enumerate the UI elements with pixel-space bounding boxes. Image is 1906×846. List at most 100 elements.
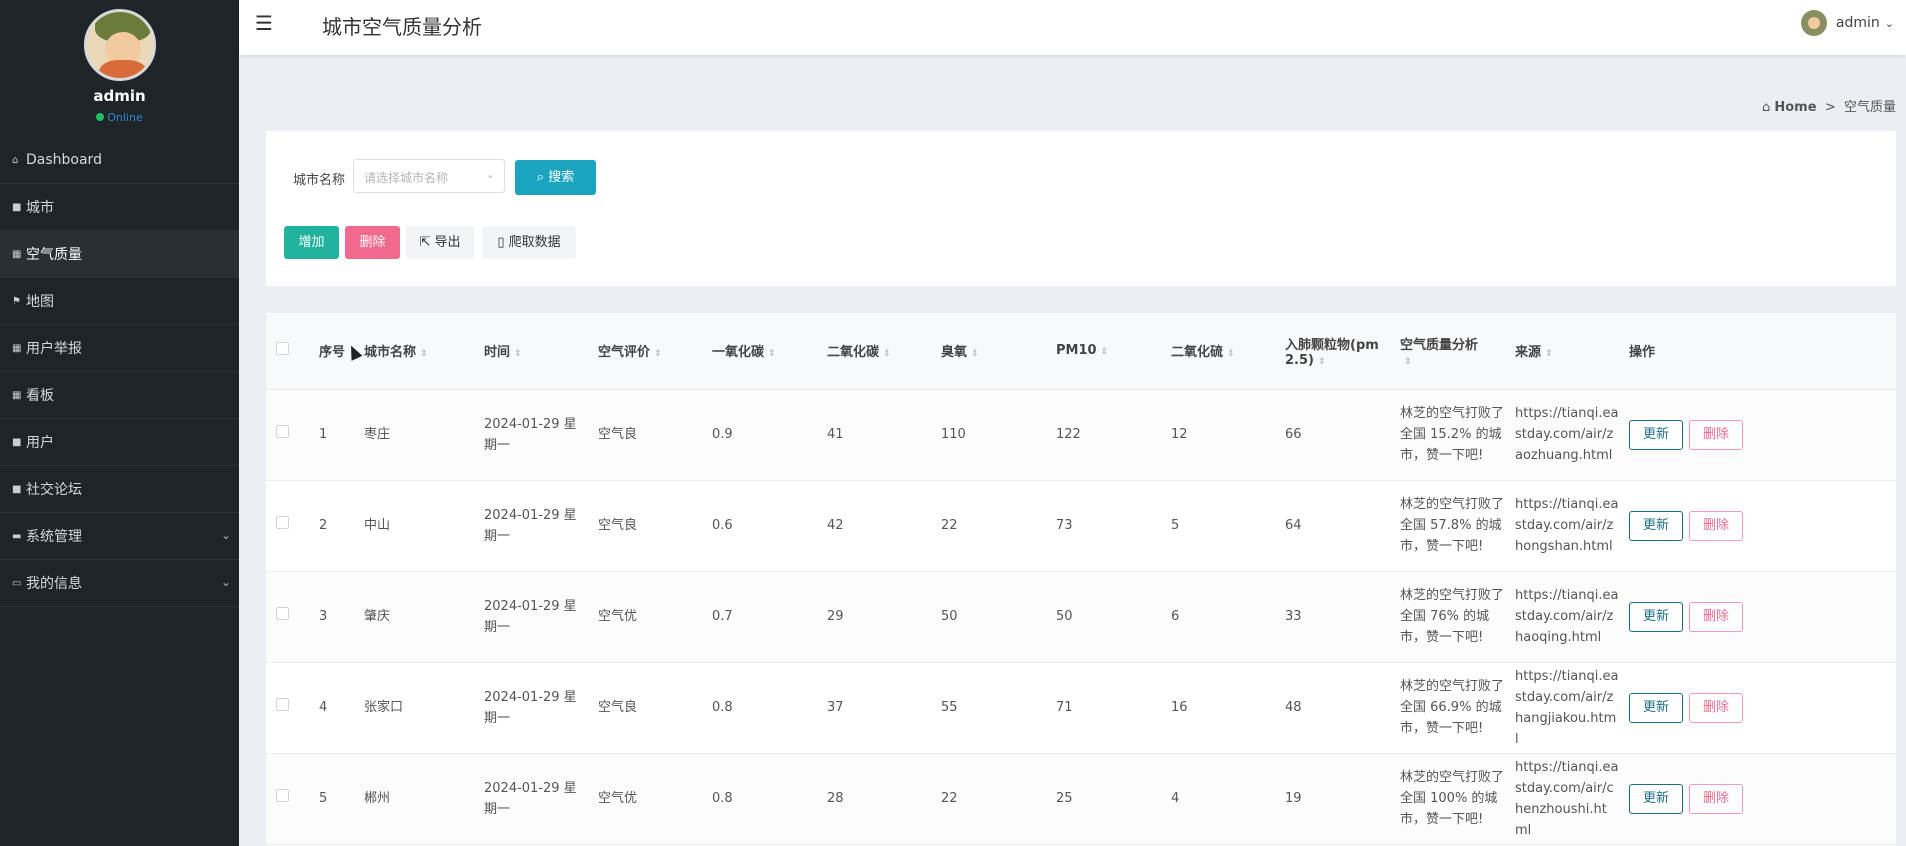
row-checkbox[interactable] bbox=[276, 698, 289, 711]
cell-time: 2024-01-29 星期一 bbox=[484, 689, 577, 726]
table-row: 4 张家口 2024-01-29 星期一 空气良 0.8 37 55 71 16… bbox=[266, 662, 1896, 753]
row-checkbox[interactable] bbox=[276, 516, 289, 529]
column-header[interactable]: 城市名称 ⇕ bbox=[364, 313, 484, 390]
breadcrumb-home[interactable]: Home bbox=[1774, 100, 1816, 115]
update-button[interactable]: 更新 bbox=[1629, 601, 1683, 632]
cell-source: https://tianqi.eastday.com/air/zhongshan… bbox=[1515, 497, 1619, 554]
sidebar-item-forum[interactable]: ■ 社交论坛 bbox=[0, 466, 239, 513]
sidebar-menu: ⌂ Dashboard ■ 城市 ▦ 空气质量 ⚑ 地图 ▦ 用户举报 ▦ 看板 ■ 用户 ■… bbox=[0, 137, 239, 607]
cell-o3: 110 bbox=[941, 427, 966, 442]
cell-analysis: 林芝的空气打败了全国 66.9% 的城市，赞一下吧! bbox=[1400, 679, 1505, 736]
row-delete-button[interactable]: 删除 bbox=[1689, 601, 1743, 632]
crawl-data-button[interactable]: ▯ 爬取数据 bbox=[482, 226, 576, 259]
avatar[interactable] bbox=[83, 9, 156, 81]
sort-icon[interactable]: ⇕ bbox=[883, 349, 891, 359]
sort-icon[interactable]: ⇕ bbox=[1404, 357, 1412, 367]
sort-icon[interactable]: ⇕ bbox=[1318, 357, 1326, 367]
cell-so2: 5 bbox=[1171, 518, 1180, 533]
sidebar-item-users[interactable]: ■ 用户 bbox=[0, 419, 239, 466]
sidebar-item-map[interactable]: ⚑ 地图 bbox=[0, 278, 239, 325]
cell-co: 0.8 bbox=[712, 700, 733, 715]
row-checkbox[interactable] bbox=[276, 607, 289, 620]
column-header[interactable]: 一氧化碳 ⇕ bbox=[712, 313, 827, 390]
sidebar-item-city[interactable]: ■ 城市 bbox=[0, 184, 239, 231]
sidebar-item-dashboard-board[interactable]: ▦ 看板 bbox=[0, 372, 239, 419]
column-header[interactable]: PM10 ⇕ bbox=[1056, 313, 1171, 390]
cell-source: https://tianqi.eastday.com/air/zaozhuang… bbox=[1515, 406, 1619, 463]
cell-id: 5 bbox=[319, 791, 328, 806]
user-menu[interactable]: admin ⌄ bbox=[1800, 10, 1894, 36]
cell-pm25: 19 bbox=[1285, 791, 1302, 806]
row-delete-button[interactable]: 删除 bbox=[1689, 419, 1743, 450]
sort-icon[interactable]: ⇕ bbox=[1227, 349, 1235, 359]
column-header[interactable]: 二氧化碳 ⇕ bbox=[827, 313, 941, 390]
cell-city: 中山 bbox=[364, 518, 391, 533]
sort-icon[interactable]: ⇕ bbox=[654, 349, 662, 359]
grid-icon: ▦ bbox=[12, 389, 22, 401]
row-delete-button[interactable]: 删除 bbox=[1689, 692, 1743, 723]
card-icon: ▭ bbox=[12, 577, 22, 589]
cell-actions: 更新 删除 bbox=[1629, 662, 1896, 753]
grid-icon: ▦ bbox=[12, 248, 22, 260]
sidebar-item-user-reports[interactable]: ▦ 用户举报 bbox=[0, 325, 239, 372]
cell-pm25: 48 bbox=[1285, 700, 1302, 715]
cell-id: 2 bbox=[319, 518, 328, 533]
row-delete-button[interactable]: 删除 bbox=[1689, 510, 1743, 541]
update-button[interactable]: 更新 bbox=[1629, 419, 1683, 450]
sort-icon[interactable]: ⇕ bbox=[971, 349, 979, 359]
select-all-checkbox[interactable] bbox=[276, 342, 289, 356]
column-header[interactable]: 空气评价 ⇕ bbox=[598, 313, 712, 390]
column-header[interactable]: 臭氧 ⇕ bbox=[941, 313, 1056, 390]
delete-button[interactable]: 删除 bbox=[345, 226, 400, 259]
sidebar-item-air-quality[interactable]: ▦ 空气质量 bbox=[0, 231, 239, 278]
home-icon: ⌂ bbox=[12, 154, 19, 166]
update-button[interactable]: 更新 bbox=[1629, 783, 1683, 814]
export-button[interactable]: ⇱ 导出 bbox=[406, 226, 474, 259]
column-header: 操作 bbox=[1629, 313, 1896, 390]
column-header-label: 空气评价 bbox=[598, 345, 651, 361]
sort-icon[interactable]: ⇕ bbox=[1545, 349, 1553, 359]
table-header-row: 序号 城市名称 ⇕ 时间 ⇕ 空气评价 ⇕ 一氧化碳 ⇕ 二氧化碳 ⇕ 臭氧 ⇕ PM10 ⇕… bbox=[266, 313, 1896, 390]
column-header-label: 空气质量分析 bbox=[1400, 337, 1479, 353]
cell-analysis: 林芝的空气打败了全国 15.2% 的城市，赞一下吧! bbox=[1400, 406, 1505, 463]
add-button[interactable]: 增加 bbox=[284, 226, 339, 259]
chevron-down-icon: ⌄ bbox=[1884, 16, 1894, 30]
sidebar-item-my-info[interactable]: ▭ 我的信息 ⌄ bbox=[0, 560, 239, 607]
row-delete-button[interactable]: 删除 bbox=[1689, 783, 1743, 814]
sidebar-item-dashboard[interactable]: ⌂ Dashboard bbox=[0, 137, 239, 184]
export-label: 导出 bbox=[434, 235, 461, 250]
city-select[interactable]: 请选择城市名称 ⌄ bbox=[353, 159, 505, 193]
sort-icon[interactable]: ⇕ bbox=[514, 349, 522, 359]
column-header[interactable]: 来源 ⇕ bbox=[1515, 313, 1629, 390]
breadcrumb: ⌂ Home > 空气质量 bbox=[1762, 96, 1896, 115]
column-header[interactable]: 二氧化硫 ⇕ bbox=[1171, 313, 1285, 390]
status-text: Online bbox=[107, 111, 143, 124]
cell-co: 0.7 bbox=[712, 609, 733, 624]
cell-o3: 22 bbox=[941, 518, 958, 533]
column-header[interactable]: 时间 ⇕ bbox=[484, 313, 598, 390]
sidebar-item-label: 社交论坛 bbox=[26, 482, 82, 498]
update-button[interactable]: 更新 bbox=[1629, 510, 1683, 541]
chevron-down-icon: ⌄ bbox=[220, 528, 231, 542]
update-button[interactable]: 更新 bbox=[1629, 692, 1683, 723]
cell-pm25: 64 bbox=[1285, 518, 1302, 533]
cell-time: 2024-01-29 星期一 bbox=[484, 780, 577, 817]
sort-icon[interactable]: ⇕ bbox=[420, 349, 428, 359]
table-row: 5 郴州 2024-01-29 星期一 空气优 0.8 28 22 25 4 1… bbox=[266, 753, 1896, 844]
row-checkbox[interactable] bbox=[276, 789, 289, 802]
select-all-checkbox-cell[interactable] bbox=[266, 313, 319, 390]
sidebar-item-label: Dashboard bbox=[26, 152, 102, 168]
cell-so2: 4 bbox=[1171, 791, 1180, 806]
sidebar-item-label: 我的信息 bbox=[26, 576, 82, 592]
sidebar-item-label: 空气质量 bbox=[26, 247, 82, 263]
search-button[interactable]: ⌕ 搜索 bbox=[515, 160, 596, 195]
column-header-label: 入肺颗粒物(pm2.5) bbox=[1285, 337, 1379, 368]
sidebar-item-system[interactable]: ▬ 系统管理 ⌄ bbox=[0, 513, 239, 560]
sort-icon[interactable]: ⇕ bbox=[768, 349, 776, 359]
search-icon: ⌕ bbox=[536, 170, 545, 185]
row-checkbox[interactable] bbox=[276, 425, 289, 438]
column-header[interactable]: 空气质量分析 ⇕ bbox=[1400, 313, 1515, 390]
column-header[interactable]: 入肺颗粒物(pm2.5) ⇕ bbox=[1285, 313, 1400, 390]
menu-toggle-icon[interactable]: ☰ bbox=[255, 11, 273, 35]
sort-icon[interactable]: ⇕ bbox=[1101, 347, 1109, 357]
